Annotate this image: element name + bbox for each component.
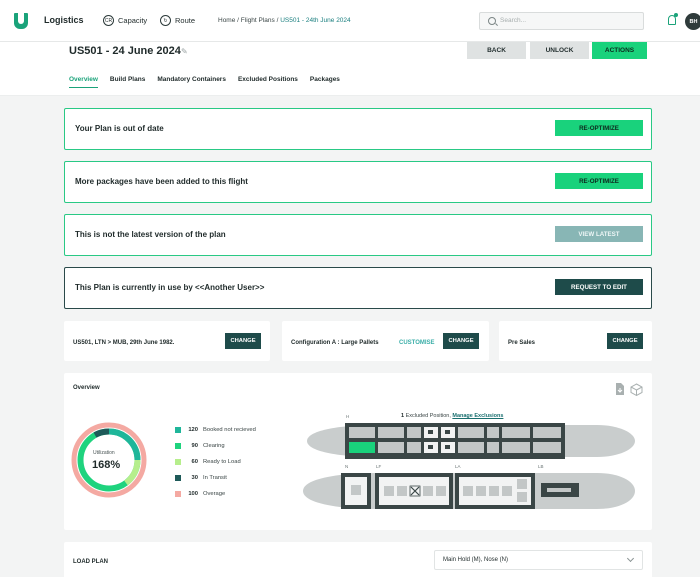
legend-swatch [175, 443, 181, 449]
change-pre-sales-button[interactable]: CHANGE [607, 333, 643, 349]
legend-count: 100 [188, 491, 198, 497]
hold-select[interactable]: Main Hold (M), Nose (N) [434, 550, 643, 570]
page-title: US501 - 24 June 2024 [69, 45, 181, 57]
load-plan-card: LOAD PLAN Main Hold (M), Nose (N) [64, 542, 652, 577]
tab-build-plans[interactable]: Build Plans [110, 76, 145, 88]
excluded-positions-note: 1 Excluded Position, Manage Exclusions [401, 413, 503, 419]
out-of-date-banner: Your Plan is out of date RE-OPTIMIZE [64, 108, 652, 150]
legend-count: 120 [188, 427, 198, 433]
legend-label: Booked not recieved [203, 427, 256, 433]
actions-button[interactable]: ACTIONS [592, 42, 647, 59]
breadcrumb-separator: / [276, 17, 279, 24]
load-plan-title: LOAD PLAN [73, 559, 108, 565]
tab-mandatory-containers[interactable]: Mandatory Containers [157, 76, 226, 88]
nav-link-label: Route [175, 16, 196, 25]
overview-title: Overview [73, 385, 100, 391]
breadcrumb-current: US501 - 24th June 2024 [280, 17, 351, 24]
edit-pencil-icon[interactable]: ✎ [181, 47, 188, 56]
legend-swatch [175, 475, 181, 481]
page-header: US501 - 24 June 2024 ✎ BACK UNLOCK ACTIO… [0, 42, 700, 96]
tab-overview[interactable]: Overview [69, 76, 98, 88]
nav-link-label: Capacity [118, 16, 148, 25]
search-input[interactable]: Search... [479, 12, 644, 30]
tab-bar: Overview Build Plans Mandatory Container… [69, 76, 340, 88]
pre-sales-card: Pre Sales CHANGE [499, 321, 652, 361]
back-button[interactable]: BACK [467, 42, 526, 59]
legend-swatch [175, 459, 181, 465]
pre-sales-text: Pre Sales [508, 340, 536, 346]
app-name: Logistics [44, 15, 84, 25]
flight-info-text: US501, LTN > MUB, 29th June 1982. [73, 340, 175, 346]
deck-label-upper: H [346, 414, 350, 419]
flight-info-card: US501, LTN > MUB, 29th June 1982. CHANGE [64, 321, 270, 361]
not-latest-version-banner: This is not the latest version of the pl… [64, 214, 652, 256]
legend-item: 30 In Transit [175, 475, 227, 481]
3d-box-icon[interactable] [630, 383, 643, 396]
legend-count: 90 [191, 443, 198, 449]
banner-message: This is not the latest version of the pl… [75, 230, 226, 239]
legend-item: 120 Booked not recieved [175, 427, 256, 433]
export-file-icon[interactable] [615, 383, 625, 395]
legend-label: Overage [203, 491, 226, 497]
view-latest-button[interactable]: VIEW LATEST [555, 226, 643, 242]
configuration-card: Configuration A : Large Pallets CUSTOMIS… [282, 321, 489, 361]
breadcrumb-separator: / [237, 17, 239, 24]
manage-exclusions-link[interactable]: Manage Exclusions [452, 413, 503, 419]
route-icon: ↻ [160, 15, 171, 26]
notification-badge [674, 13, 678, 17]
upper-deck-diagram [307, 423, 635, 459]
chevron-down-icon [626, 554, 635, 563]
configuration-text: Configuration A : Large Pallets [291, 340, 379, 346]
top-nav: Logistics CR Capacity ↻ Route Home / Fli… [0, 0, 700, 42]
in-use-banner: This Plan is currently in use by <<Anoth… [64, 267, 652, 309]
legend-label: Clearing [203, 443, 225, 449]
unlock-button[interactable]: UNLOCK [530, 42, 589, 59]
legend-item: 60 Ready to Load [175, 459, 241, 465]
banner-message: This Plan is currently in use by <<Anoth… [75, 283, 265, 292]
request-to-edit-button[interactable]: REQUEST TO EDIT [555, 279, 643, 295]
breadcrumb: Home / Flight Plans / US501 - 24th June … [218, 17, 351, 24]
legend-label: In Transit [203, 475, 227, 481]
excluded-count: 1 [401, 413, 405, 419]
hold-select-value: Main Hold (M), Nose (N) [443, 557, 509, 563]
search-placeholder: Search... [500, 17, 527, 24]
legend-count: 30 [191, 475, 198, 481]
breadcrumb-home[interactable]: Home [218, 17, 235, 24]
banner-message: More packages have been added to this fl… [75, 177, 248, 186]
nav-link-route[interactable]: ↻ Route [160, 15, 195, 26]
utilization-label: Utilization [93, 450, 115, 456]
legend-swatch [175, 427, 181, 433]
packages-added-banner: More packages have been added to this fl… [64, 161, 652, 203]
overview-card: Overview Utilization 168% 120 Booked not… [64, 373, 652, 530]
re-optimize-button[interactable]: RE-OPTIMIZE [555, 173, 643, 189]
change-flight-button[interactable]: CHANGE [225, 333, 261, 349]
search-icon [488, 17, 496, 25]
customise-link[interactable]: CUSTOMISE [399, 340, 435, 346]
nav-link-capacity[interactable]: CR Capacity [103, 15, 147, 26]
breadcrumb-flight-plans[interactable]: Flight Plans [241, 17, 275, 24]
banner-message: Your Plan is out of date [75, 124, 164, 133]
excluded-text: Excluded Position, [405, 413, 451, 419]
tab-packages[interactable]: Packages [310, 76, 340, 88]
in-transit-ring-segment [93, 428, 110, 438]
avatar[interactable]: BH [685, 13, 700, 30]
change-configuration-button[interactable]: CHANGE [443, 333, 479, 349]
utilization-value: 168% [92, 459, 121, 471]
capacity-icon: CR [103, 15, 114, 26]
legend-item: 100 Overage [175, 491, 225, 497]
lower-deck-diagram [303, 473, 635, 509]
re-optimize-button[interactable]: RE-OPTIMIZE [555, 120, 643, 136]
legend-label: Ready to Load [203, 459, 241, 465]
main-content: Your Plan is out of date RE-OPTIMIZE Mor… [0, 96, 700, 577]
tab-excluded-positions[interactable]: Excluded Positions [238, 76, 298, 88]
legend-swatch [175, 491, 181, 497]
legend-count: 60 [191, 459, 198, 465]
legend-item: 90 Clearing [175, 443, 225, 449]
logo-icon[interactable] [14, 13, 28, 29]
